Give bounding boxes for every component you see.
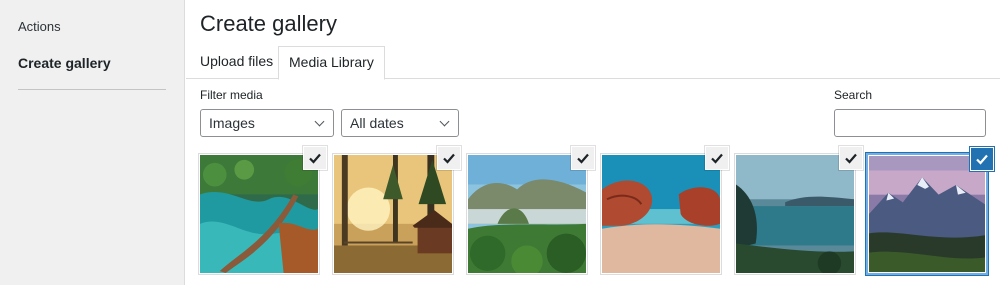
page-title: Create gallery	[200, 11, 337, 36]
sidebar-item-create-gallery[interactable]: Create gallery	[18, 55, 111, 71]
media-date-select[interactable]: All dates	[341, 109, 459, 137]
sidebar-item-actions[interactable]: Actions	[18, 19, 61, 34]
thumbnail-image	[736, 155, 854, 273]
checkmark-icon[interactable]	[437, 146, 461, 170]
attachment-thumbnail-selected[interactable]	[866, 147, 994, 275]
media-type-value: Images	[209, 115, 255, 131]
media-frame: Create gallery Upload files Media Librar…	[186, 0, 1000, 285]
thumbnail-image	[200, 155, 318, 273]
chevron-down-icon	[439, 116, 450, 127]
chevron-down-icon	[314, 116, 325, 127]
attachment-thumbnail[interactable]	[198, 146, 327, 275]
attachment-thumbnail[interactable]	[466, 146, 595, 275]
attachment-thumbnail[interactable]	[734, 146, 863, 275]
checkmark-icon[interactable]	[303, 146, 327, 170]
media-tabs: Upload files Media Library	[186, 46, 1000, 80]
search-input[interactable]	[834, 109, 986, 137]
media-date-value: All dates	[350, 115, 404, 131]
sidebar: Actions Create gallery	[0, 0, 185, 285]
search-label: Search	[834, 88, 873, 102]
tab-upload-files[interactable]: Upload files	[190, 46, 283, 79]
attachment-thumbnail[interactable]	[332, 146, 461, 275]
checkmark-icon[interactable]	[970, 147, 994, 171]
attachment-thumbnail[interactable]	[600, 146, 729, 275]
thumbnail-image	[468, 155, 586, 273]
thumbnail-image	[334, 155, 452, 273]
sidebar-divider	[18, 89, 166, 90]
media-type-select[interactable]: Images	[200, 109, 334, 137]
checkmark-icon[interactable]	[571, 146, 595, 170]
filter-media-label: Filter media	[200, 88, 263, 102]
thumbnail-image	[869, 156, 985, 272]
tab-media-library[interactable]: Media Library	[278, 46, 385, 80]
checkmark-icon[interactable]	[839, 146, 863, 170]
checkmark-icon[interactable]	[705, 146, 729, 170]
thumbnail-image	[602, 155, 720, 273]
